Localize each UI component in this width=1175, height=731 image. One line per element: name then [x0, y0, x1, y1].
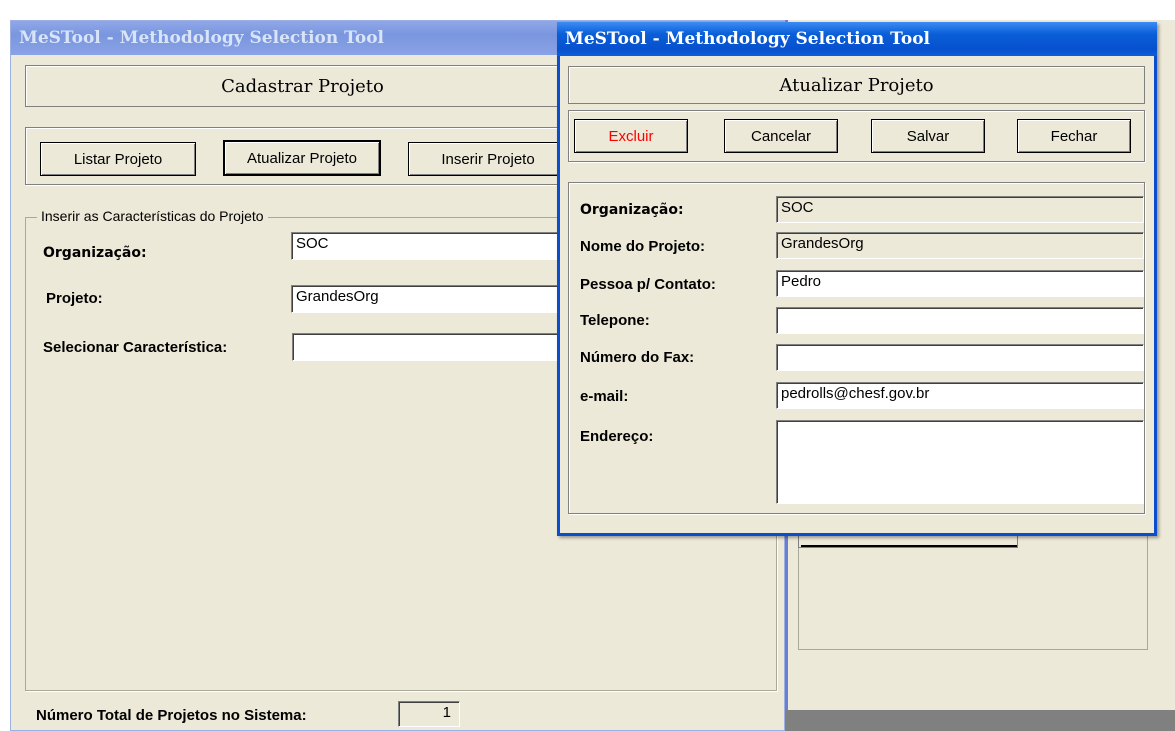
atualizar-projeto-dialog: MeSTool - Methodology Selection Tool Atu… [557, 22, 1157, 536]
telefone-label: Telepone: [580, 312, 650, 329]
atualizar-projeto-label: Atualizar Projeto [246, 149, 358, 167]
nome-projeto-input: GrandesOrg [776, 232, 1144, 259]
salvar-label: Salvar [906, 127, 950, 145]
cadastrar-header-label: Cadastrar Projeto [221, 75, 384, 97]
dialog-organizacao-label: Organização: [580, 202, 684, 218]
salvar-button[interactable]: Salvar [871, 119, 985, 153]
caracteristicas-group-title: Inserir as Características do Projeto [37, 208, 268, 224]
cancelar-label: Cancelar [750, 127, 812, 145]
excluir-label: Excluir [608, 127, 654, 145]
atualizar-header-label: Atualizar Projeto [779, 74, 934, 96]
desktop-strip-top [790, 0, 1175, 20]
endereco-label: Endereço: [580, 428, 654, 445]
total-projetos-value: 1 [398, 701, 460, 727]
selecionar-caracteristica-input[interactable] [292, 333, 582, 361]
desktop-strip-bottom [785, 710, 1175, 731]
dialog-title: MeSTool - Methodology Selection Tool [565, 29, 931, 49]
atualizar-header: Atualizar Projeto [568, 66, 1145, 104]
inserir-projeto-button[interactable]: Inserir Projeto [408, 142, 568, 176]
fechar-label: Fechar [1050, 127, 1098, 145]
pessoa-contato-label: Pessoa p/ Contato: [580, 276, 716, 293]
pessoa-contato-input[interactable]: Pedro [776, 270, 1144, 297]
fax-label: Número do Fax: [580, 349, 695, 366]
telefone-input[interactable] [776, 307, 1144, 334]
email-label: e-mail: [580, 388, 629, 405]
back-window-title: MeSTool - Methodology Selection Tool [19, 28, 385, 48]
email-input[interactable]: pedrolls@chesf.gov.br [776, 382, 1144, 409]
organizacao-input[interactable]: SOC [291, 232, 581, 260]
projeto-input[interactable]: GrandesOrg [291, 285, 581, 313]
nome-projeto-label: Nome do Projeto: [580, 238, 706, 255]
organizacao-label: Organização: [43, 245, 147, 261]
inserir-projeto-label: Inserir Projeto [441, 150, 535, 168]
projeto-label: Projeto: [46, 290, 103, 307]
dialog-organizacao-input: SOC [776, 196, 1144, 223]
cadastrar-header: Cadastrar Projeto [25, 65, 580, 107]
fax-input[interactable] [776, 344, 1144, 371]
atualizar-projeto-button[interactable]: Atualizar Projeto [223, 140, 381, 176]
cancelar-button[interactable]: Cancelar [724, 119, 838, 153]
total-projetos-label: Número Total de Projetos no Sistema: [36, 707, 307, 724]
dialog-titlebar[interactable]: MeSTool - Methodology Selection Tool [557, 22, 1157, 56]
fechar-button[interactable]: Fechar [1017, 119, 1131, 153]
endereco-textarea[interactable] [776, 420, 1144, 504]
selecionar-caracteristica-label: Selecionar Característica: [43, 339, 228, 356]
excluir-button[interactable]: Excluir [574, 119, 688, 153]
listar-projeto-label: Listar Projeto [73, 150, 163, 168]
listar-projeto-button[interactable]: Listar Projeto [40, 142, 196, 176]
